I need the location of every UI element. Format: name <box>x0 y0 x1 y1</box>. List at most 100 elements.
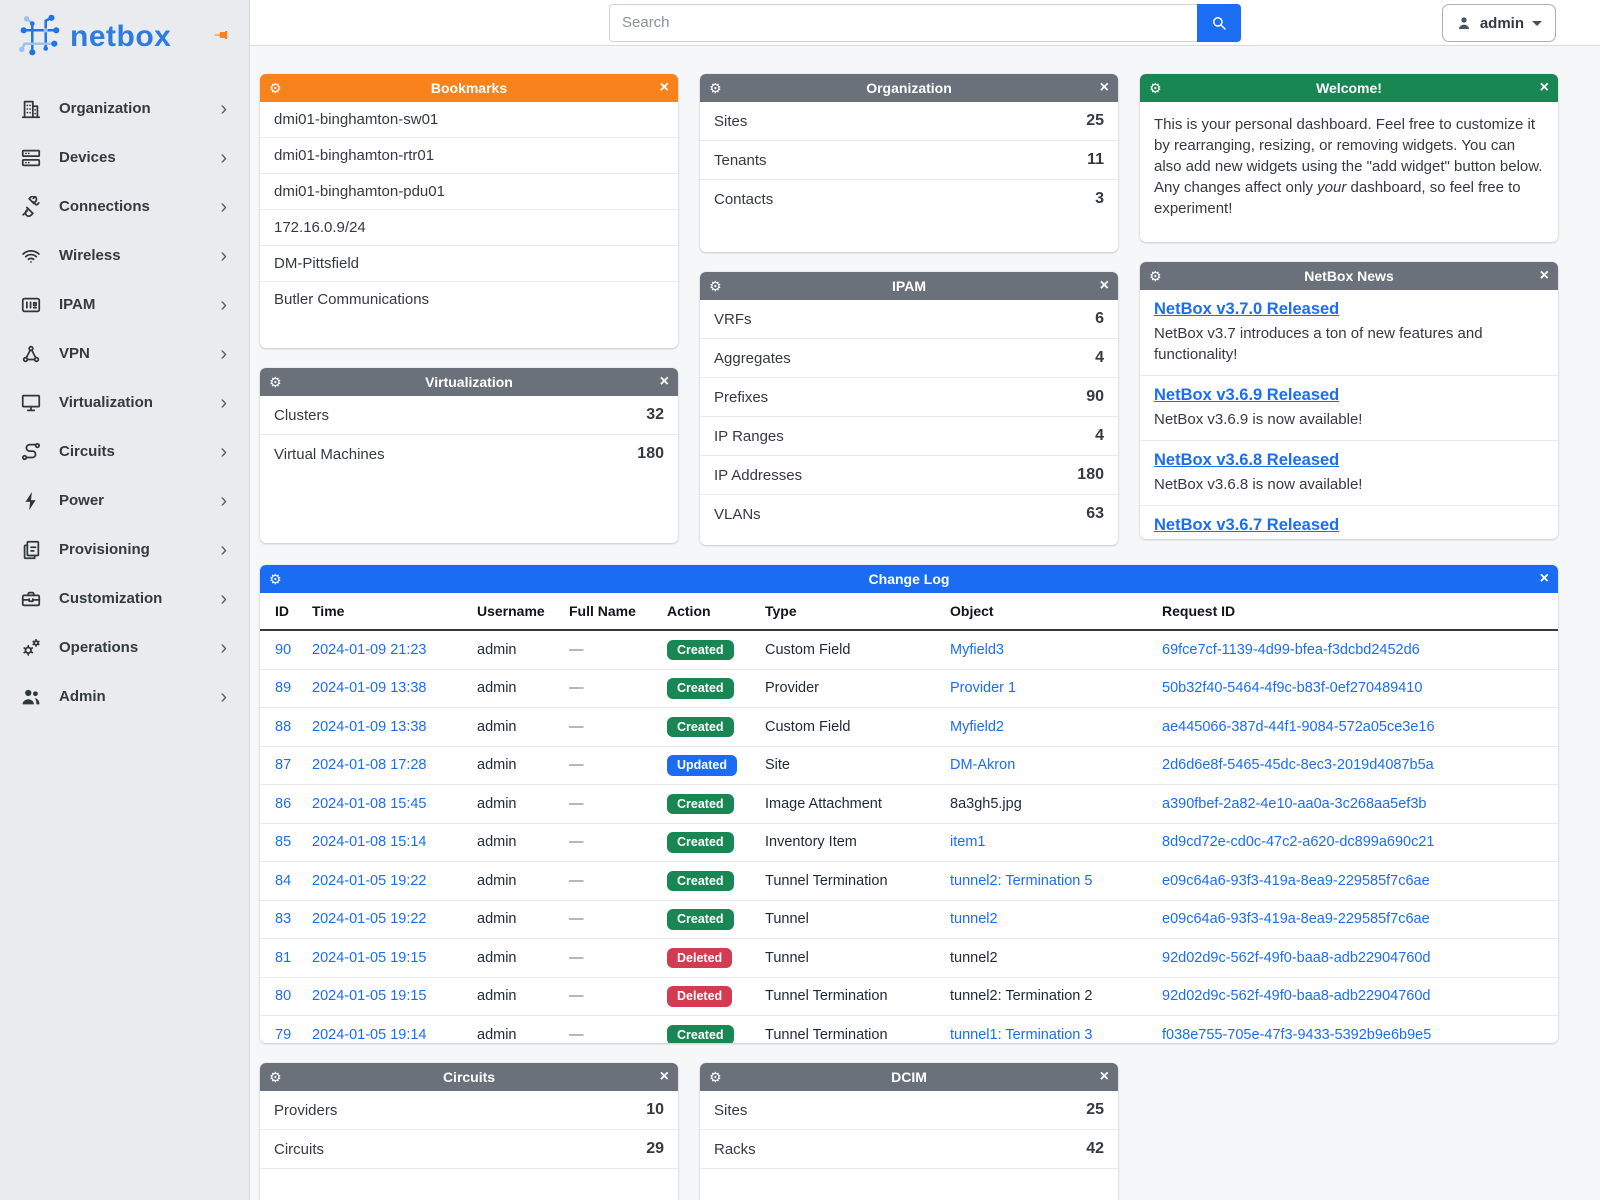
changelog-id-link[interactable]: 89 <box>275 680 291 696</box>
request-id-link[interactable]: 2d6d6e8f-5465-45dc-8ec3-2019d4087b5a <box>1162 757 1434 773</box>
changelog-id-link[interactable]: 88 <box>275 719 291 735</box>
close-icon[interactable]: × <box>1093 80 1109 96</box>
request-id-link[interactable]: 92d02d9c-562f-49f0-baa8-adb22904760d <box>1162 988 1430 1004</box>
bookmark-item[interactable]: dmi01-binghamton-rtr01 <box>260 137 678 173</box>
bookmark-item[interactable]: dmi01-binghamton-pdu01 <box>260 173 678 209</box>
changelog-id-link[interactable]: 79 <box>275 1027 291 1043</box>
gears-icon <box>20 637 44 659</box>
close-icon[interactable]: × <box>653 1069 669 1085</box>
widget-config-icon[interactable]: ⚙ <box>709 1070 725 1084</box>
changelog-id-link[interactable]: 85 <box>275 834 291 850</box>
close-icon[interactable]: × <box>653 374 669 390</box>
changelog-time-link[interactable]: 2024-01-08 15:14 <box>312 834 427 850</box>
cell-full-name: — <box>561 939 659 978</box>
stat-value: 25 <box>1086 1101 1104 1119</box>
widget-config-icon[interactable]: ⚙ <box>1149 269 1165 283</box>
stat-value: 25 <box>1086 112 1104 130</box>
changelog-id-link[interactable]: 80 <box>275 988 291 1004</box>
changelog-id-link[interactable]: 87 <box>275 757 291 773</box>
changelog-id-link[interactable]: 90 <box>275 642 291 658</box>
news-link[interactable]: NetBox v3.6.7 Released <box>1154 516 1339 534</box>
sidebar-item-virtualization[interactable]: Virtualization› <box>0 378 249 427</box>
pin-sidebar-icon[interactable] <box>209 22 235 53</box>
cell-object-link: Myfield2 <box>942 708 1154 747</box>
search-button[interactable] <box>1197 4 1241 42</box>
object-link[interactable]: tunnel2 <box>950 911 998 927</box>
widget-config-icon[interactable]: ⚙ <box>269 1070 285 1084</box>
request-id-link[interactable]: a390fbef-2a82-4e10-aa0a-3c268aa5ef3b <box>1162 796 1426 812</box>
close-icon[interactable]: × <box>1533 571 1549 587</box>
sidebar-item-circuits[interactable]: Circuits› <box>0 427 249 476</box>
widget-config-icon[interactable]: ⚙ <box>269 375 285 389</box>
close-icon[interactable]: × <box>1093 1069 1109 1085</box>
request-id-link[interactable]: f038e755-705e-47f3-9433-5392b9e6b9e5 <box>1162 1027 1431 1043</box>
changelog-time-link[interactable]: 2024-01-05 19:14 <box>312 1027 427 1043</box>
sidebar-item-ipam[interactable]: IPAM› <box>0 280 249 329</box>
request-id-link[interactable]: 92d02d9c-562f-49f0-baa8-adb22904760d <box>1162 950 1430 966</box>
sidebar-item-provisioning[interactable]: Provisioning› <box>0 525 249 574</box>
user-menu-button[interactable]: admin <box>1442 4 1556 42</box>
changelog-time-link[interactable]: 2024-01-09 21:23 <box>312 642 427 658</box>
changelog-time-link[interactable]: 2024-01-09 13:38 <box>312 680 427 696</box>
news-link[interactable]: NetBox v3.6.9 Released <box>1154 386 1339 404</box>
request-id-link[interactable]: e09c64a6-93f3-419a-8ea9-229585f7c6ae <box>1162 911 1430 927</box>
changelog-id-link[interactable]: 81 <box>275 950 291 966</box>
object-link[interactable]: Myfield2 <box>950 719 1004 735</box>
widget-config-icon[interactable]: ⚙ <box>269 572 285 586</box>
stat-value: 3 <box>1095 190 1104 208</box>
sidebar-item-power[interactable]: Power› <box>0 476 249 525</box>
changelog-time-link[interactable]: 2024-01-05 19:15 <box>312 950 427 966</box>
changelog-id-link[interactable]: 86 <box>275 796 291 812</box>
changelog-id-link[interactable]: 83 <box>275 911 291 927</box>
object-link[interactable]: tunnel2: Termination 5 <box>950 873 1092 889</box>
cell-request-id-link: 50b32f40-5464-4f9c-b83f-0ef270489410 <box>1154 669 1558 708</box>
close-icon[interactable]: × <box>1093 278 1109 294</box>
netbox-logo-icon[interactable] <box>16 14 62 60</box>
close-icon[interactable]: × <box>653 80 669 96</box>
request-id-link[interactable]: 69fce7cf-1139-4d99-bfea-f3dcbd2452d6 <box>1162 642 1420 658</box>
search-input[interactable] <box>609 4 1197 42</box>
sidebar-item-organization[interactable]: Organization› <box>0 84 249 133</box>
object-link[interactable]: tunnel1: Termination 3 <box>950 1027 1092 1043</box>
widget-config-icon[interactable]: ⚙ <box>709 81 725 95</box>
widget-config-icon[interactable]: ⚙ <box>1149 81 1165 95</box>
close-icon[interactable]: × <box>1533 80 1549 96</box>
object-link[interactable]: DM-Akron <box>950 757 1015 773</box>
sidebar-item-vpn[interactable]: VPN› <box>0 329 249 378</box>
request-id-link[interactable]: ae445066-387d-44f1-9084-572a05ce3e16 <box>1162 719 1435 735</box>
sidebar-item-admin[interactable]: Admin› <box>0 672 249 721</box>
bookmark-item[interactable]: Butler Communications <box>260 281 678 317</box>
sidebar-item-devices[interactable]: Devices› <box>0 133 249 182</box>
object-link[interactable]: Myfield3 <box>950 642 1004 658</box>
full-name: — <box>569 680 584 696</box>
changelog-time-link[interactable]: 2024-01-05 19:15 <box>312 988 427 1004</box>
request-id-link[interactable]: 8d9cd72e-cd0c-47c2-a620-dc899a690c21 <box>1162 834 1434 850</box>
request-id-link[interactable]: 50b32f40-5464-4f9c-b83f-0ef270489410 <box>1162 680 1422 696</box>
bookmark-item[interactable]: dmi01-binghamton-sw01 <box>260 102 678 137</box>
cell-changelog-id-link: 85 <box>260 823 304 862</box>
changelog-id-link[interactable]: 84 <box>275 873 291 889</box>
changelog-time-link[interactable]: 2024-01-09 13:38 <box>312 719 427 735</box>
sidebar-item-wireless[interactable]: Wireless› <box>0 231 249 280</box>
object-link[interactable]: Provider 1 <box>950 680 1016 696</box>
changelog-time-link[interactable]: 2024-01-05 19:22 <box>312 911 427 927</box>
sidebar-item-operations[interactable]: Operations› <box>0 623 249 672</box>
close-icon[interactable]: × <box>1533 268 1549 284</box>
action-badge: Created <box>667 640 734 661</box>
news-link[interactable]: NetBox v3.7.0 Released <box>1154 300 1339 318</box>
changelog-time-link[interactable]: 2024-01-05 19:22 <box>312 873 427 889</box>
sidebar-item-label: Circuits <box>59 443 115 460</box>
news-link[interactable]: NetBox v3.6.8 Released <box>1154 451 1339 469</box>
object-link[interactable]: item1 <box>950 834 985 850</box>
bookmark-item[interactable]: DM-Pittsfield <box>260 245 678 281</box>
changelog-time-link[interactable]: 2024-01-08 15:45 <box>312 796 427 812</box>
sidebar-item-connections[interactable]: Connections› <box>0 182 249 231</box>
cell-changelog-id-link: 84 <box>260 862 304 901</box>
widget-config-icon[interactable]: ⚙ <box>709 279 725 293</box>
bookmark-item[interactable]: 172.16.0.9/24 <box>260 209 678 245</box>
sidebar-item-customization[interactable]: Customization› <box>0 574 249 623</box>
chevron-right-icon: › <box>220 148 227 168</box>
request-id-link[interactable]: e09c64a6-93f3-419a-8ea9-229585f7c6ae <box>1162 873 1430 889</box>
changelog-time-link[interactable]: 2024-01-08 17:28 <box>312 757 427 773</box>
widget-config-icon[interactable]: ⚙ <box>269 81 285 95</box>
